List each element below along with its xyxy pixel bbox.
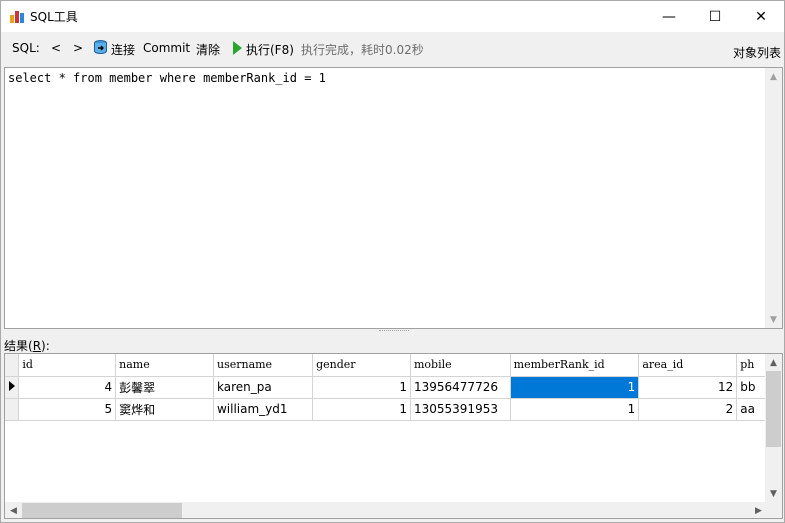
maximize-button[interactable]: ☐ — [692, 1, 738, 32]
table-cell[interactable]: 2 — [638, 398, 738, 421]
app-icon — [10, 9, 24, 23]
window-title: SQL工具 — [30, 10, 78, 24]
object-list-button[interactable]: 对象列表 — [733, 44, 781, 61]
row-header[interactable] — [5, 398, 20, 421]
table-cell[interactable]: 1 — [510, 398, 640, 421]
table-cell[interactable]: bb — [736, 376, 767, 399]
column-header[interactable]: id — [18, 354, 117, 377]
table-cell[interactable]: karen_pa — [213, 376, 314, 399]
scroll-down-icon[interactable]: ▼ — [765, 485, 782, 502]
commit-button[interactable]: Commit — [143, 41, 190, 55]
scroll-up-icon[interactable]: ▲ — [765, 68, 782, 85]
clear-button[interactable]: 清除 — [196, 41, 220, 58]
table-cell[interactable]: 窦烨和 — [115, 398, 214, 421]
table-cell[interactable]: 13956477726 — [410, 376, 511, 399]
vertical-scroll-thumb[interactable] — [766, 371, 781, 447]
column-header[interactable]: mobile — [410, 354, 511, 377]
table-cell[interactable]: william_yd1 — [213, 398, 314, 421]
grid-horizontal-scrollbar[interactable]: ◀ ▶ — [5, 502, 767, 518]
row-indicator-icon[interactable] — [5, 376, 20, 399]
column-header[interactable]: username — [213, 354, 314, 377]
results-table: id name username gender mobile memberRan… — [5, 354, 767, 421]
column-header[interactable]: name — [115, 354, 214, 377]
connect-icon[interactable] — [92, 39, 109, 56]
sql-tool-window: SQL工具 — ☐ ✕ SQL: < > 连接 Commit 清除 执行(F8)… — [0, 0, 785, 523]
table-cell[interactable]: 1 — [312, 376, 411, 399]
table-cell[interactable]: 1 — [312, 398, 411, 421]
splitter-handle[interactable] — [379, 330, 409, 333]
column-header[interactable]: gender — [312, 354, 411, 377]
scroll-left-icon[interactable]: ◀ — [5, 502, 22, 518]
column-header[interactable]: memberRank_id — [510, 354, 640, 377]
minimize-button[interactable]: — — [646, 1, 692, 32]
table-cell[interactable]: aa — [736, 398, 767, 421]
connect-button[interactable]: 连接 — [111, 41, 135, 58]
table-cell[interactable]: 4 — [18, 376, 117, 399]
table-row[interactable]: 5 窦烨和 william_yd1 1 13055391953 1 2 aa — [5, 398, 767, 421]
header-corner — [5, 354, 20, 377]
grid-vertical-scrollbar[interactable]: ▲ ▼ — [765, 354, 782, 502]
table-cell[interactable]: 12 — [638, 376, 738, 399]
scrollbar-corner — [767, 502, 782, 518]
scroll-down-icon[interactable]: ▼ — [765, 311, 782, 328]
run-button[interactable]: 执行(F8) — [246, 41, 294, 58]
sql-text[interactable]: select * from member where memberRank_id… — [8, 71, 326, 85]
column-header[interactable]: ph — [736, 354, 767, 377]
sql-editor[interactable]: select * from member where memberRank_id… — [4, 67, 783, 329]
selected-cell[interactable]: 1 — [510, 376, 640, 399]
horizontal-scroll-thumb[interactable] — [22, 503, 182, 518]
results-label: 结果(R): — [4, 339, 50, 353]
table-cell[interactable]: 5 — [18, 398, 117, 421]
column-header[interactable]: area_id — [638, 354, 738, 377]
table-row[interactable]: 4 彭馨翠 karen_pa 1 13956477726 1 12 bb — [5, 376, 767, 399]
editor-vertical-scrollbar[interactable]: ▲ ▼ — [765, 68, 782, 328]
header-row: id name username gender mobile memberRan… — [5, 354, 767, 377]
previous-sql-button[interactable]: < — [51, 41, 61, 55]
table-cell[interactable]: 13055391953 — [410, 398, 511, 421]
next-sql-button[interactable]: > — [73, 41, 83, 55]
close-button[interactable]: ✕ — [738, 1, 784, 32]
scroll-right-icon[interactable]: ▶ — [750, 502, 767, 518]
execution-status: 执行完成，耗时0.02秒 — [301, 43, 424, 57]
run-icon[interactable] — [233, 41, 242, 55]
scroll-up-icon[interactable]: ▲ — [765, 354, 782, 371]
sql-label: SQL: — [12, 41, 40, 55]
results-grid[interactable]: id name username gender mobile memberRan… — [4, 353, 783, 519]
title-bar: SQL工具 — ☐ ✕ — [1, 1, 784, 32]
table-cell[interactable]: 彭馨翠 — [115, 376, 214, 399]
toolbar: SQL: < > 连接 Commit 清除 执行(F8) 执行完成，耗时0.02… — [1, 34, 784, 62]
